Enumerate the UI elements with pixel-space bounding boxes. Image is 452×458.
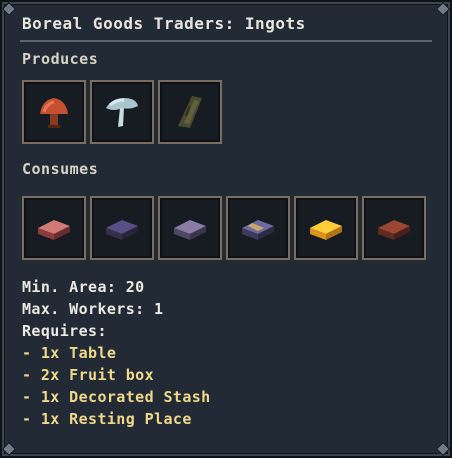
requirement-item: - 1x Decorated Stash — [22, 388, 211, 406]
requirement-item: - 1x Table — [22, 344, 117, 362]
gray-purple-ingot-icon — [174, 220, 206, 240]
requirement-item: - 2x Fruit box — [22, 366, 155, 384]
corner-ornament-top-left — [1, 1, 17, 17]
gold-ingot-icon — [310, 220, 342, 240]
corner-ornament-bottom-left — [1, 441, 17, 457]
copper-ingot-icon — [378, 220, 410, 240]
building-stats: Min. Area: 20 Max. Workers: 1 Requires: … — [22, 276, 211, 430]
red-mushroom-icon — [40, 98, 68, 128]
consumes-heading: Consumes — [22, 160, 99, 178]
produces-heading: Produces — [22, 50, 99, 68]
consume-slot-4[interactable] — [226, 196, 290, 260]
corner-ornament-bottom-right — [435, 441, 451, 457]
produce-slot-1[interactable] — [22, 80, 86, 144]
produce-slot-2[interactable] — [90, 80, 154, 144]
produce-slot-3[interactable] — [158, 80, 222, 144]
title-divider — [20, 40, 432, 42]
dark-purple-ingot-icon — [106, 220, 138, 240]
consume-slot-5[interactable] — [294, 196, 358, 260]
pale-mushroom-icon — [106, 98, 138, 127]
consume-slot-1[interactable] — [22, 196, 86, 260]
tooltip-title: Boreal Goods Traders: Ingots — [22, 14, 306, 33]
building-tooltip: Boreal Goods Traders: Ingots Produces Co… — [0, 0, 452, 458]
consumes-row — [22, 196, 426, 260]
wooden-plank-icon — [178, 96, 202, 128]
corner-ornament-top-right — [435, 1, 451, 17]
max-workers-text: Max. Workers: 1 — [22, 300, 164, 318]
red-ingot-icon — [38, 220, 70, 240]
blue-gold-ingot-icon — [242, 220, 274, 240]
consume-slot-3[interactable] — [158, 196, 222, 260]
requires-label: Requires: — [22, 322, 107, 340]
min-area-text: Min. Area: 20 — [22, 278, 145, 296]
requirement-item: - 1x Resting Place — [22, 410, 192, 428]
consume-slot-6[interactable] — [362, 196, 426, 260]
produces-row — [22, 80, 222, 144]
consume-slot-2[interactable] — [90, 196, 154, 260]
